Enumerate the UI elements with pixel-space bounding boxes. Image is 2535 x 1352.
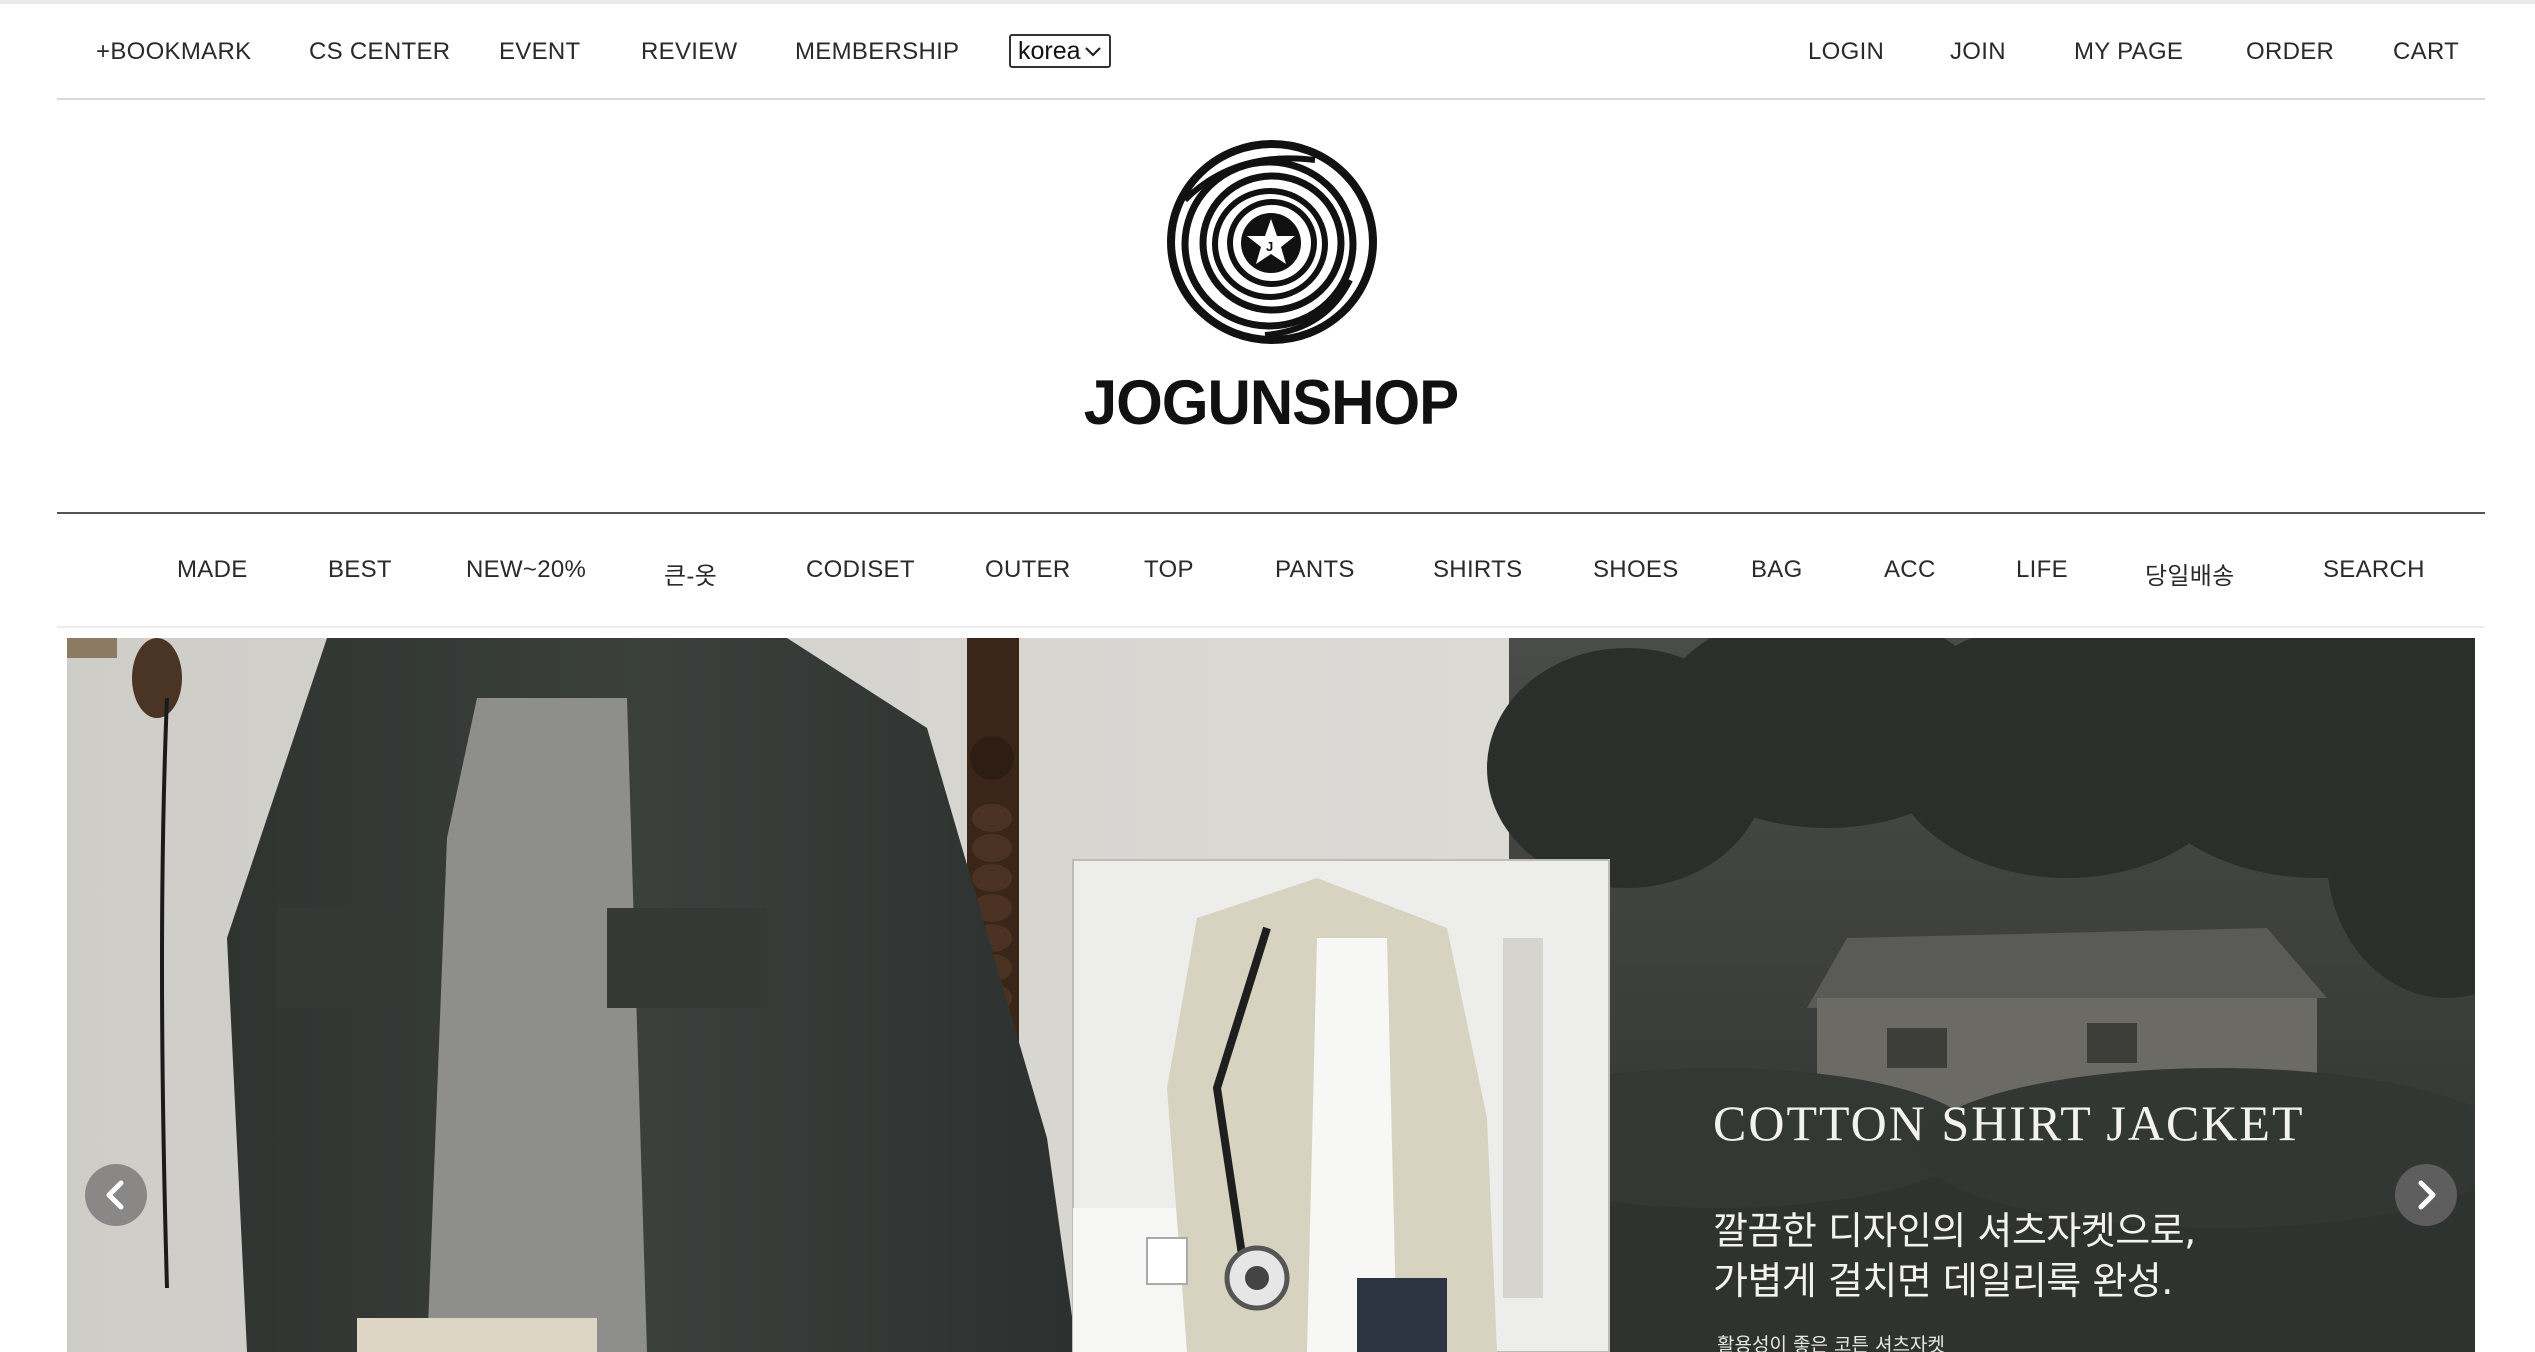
nav-item-big-size[interactable]: 큰-옷	[664, 556, 717, 591]
language-select-value: korea	[1018, 36, 1081, 65]
bookmark-link[interactable]: +BOOKMARK	[96, 38, 251, 66]
cart-link[interactable]: CART	[2393, 38, 2459, 66]
hero-subtitle: 깔끔한 디자인의 셔츠자켓으로, 가볍게 걸치면 데일리룩 완성.	[1713, 1206, 2196, 1306]
login-link[interactable]: LOGIN	[1808, 38, 1884, 66]
nav-item-pants[interactable]: PANTS	[1275, 556, 1355, 584]
order-link[interactable]: ORDER	[2246, 38, 2334, 66]
chevron-left-icon	[106, 1180, 124, 1210]
nav-item-made[interactable]: MADE	[177, 556, 248, 584]
nav-item-same-day-delivery[interactable]: 당일배송	[2145, 556, 2235, 591]
cs-center-link[interactable]: CS CENTER	[309, 38, 450, 66]
chevron-down-icon	[1085, 47, 1101, 57]
hero-banner[interactable]: COTTON SHIRT JACKET 깔끔한 디자인의 셔츠자켓으로, 가볍게…	[67, 638, 2475, 1352]
nav-item-top[interactable]: TOP	[1144, 556, 1194, 584]
carousel-next-button[interactable]	[2395, 1164, 2457, 1226]
main-nav: MADE BEST NEW~20% 큰-옷 CODISET OUTER TOP …	[57, 514, 2485, 624]
hero-caption: 활용성이 좋은 코튼 셔츠자켓	[1717, 1334, 1945, 1352]
nav-item-life[interactable]: LIFE	[2016, 556, 2068, 584]
hero-subtitle-line-2: 가볍게 걸치면 데일리룩 완성.	[1713, 1259, 2173, 1303]
event-link[interactable]: EVENT	[499, 38, 581, 66]
nav-item-search[interactable]: SEARCH	[2323, 556, 2425, 584]
nav-item-best[interactable]: BEST	[328, 556, 392, 584]
hero-subtitle-line-1: 깔끔한 디자인의 셔츠자켓으로,	[1713, 1209, 2196, 1253]
nav-item-bag[interactable]: BAG	[1751, 556, 1803, 584]
nav-item-shoes[interactable]: SHOES	[1593, 556, 1679, 584]
my-page-link[interactable]: MY PAGE	[2074, 38, 2183, 66]
membership-link[interactable]: MEMBERSHIP	[795, 38, 959, 66]
chevron-right-icon	[2418, 1180, 2436, 1210]
nav-item-shirts[interactable]: SHIRTS	[1433, 556, 1522, 584]
nav-item-new[interactable]: NEW~20%	[466, 556, 586, 584]
utility-bar: +BOOKMARK CS CENTER EVENT REVIEW MEMBERS…	[57, 4, 2485, 100]
nav-item-outer[interactable]: OUTER	[985, 556, 1071, 584]
svg-text:J: J	[1266, 239, 1273, 254]
carousel-prev-button[interactable]	[85, 1164, 147, 1226]
join-link[interactable]: JOIN	[1950, 38, 2006, 66]
nav-bottom-divider	[57, 626, 2485, 628]
review-link[interactable]: REVIEW	[641, 38, 737, 66]
language-select[interactable]: korea	[1009, 34, 1111, 68]
hero-title: COTTON SHIRT JACKET	[1713, 1095, 2305, 1151]
nav-item-codiset[interactable]: CODISET	[806, 556, 915, 584]
site-logo-text[interactable]: JOGUNSHOP	[1066, 366, 1476, 438]
nav-item-acc[interactable]: ACC	[1884, 556, 1936, 584]
